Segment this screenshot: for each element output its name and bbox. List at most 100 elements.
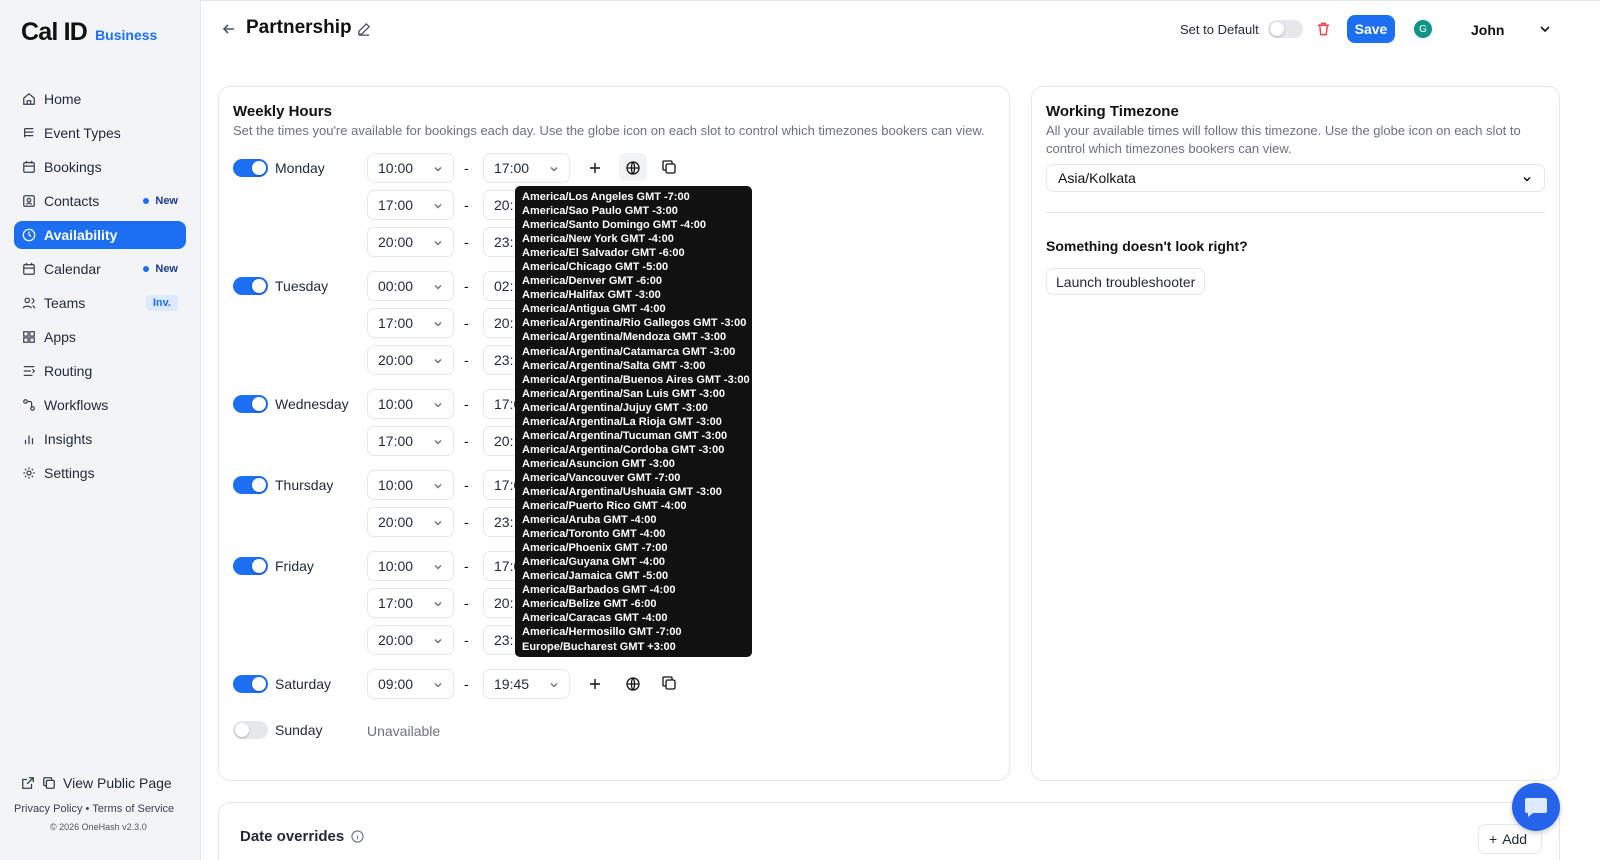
timezone-option[interactable]: America/Vancouver GMT -7:00 (522, 471, 752, 485)
sidebar-item-availability[interactable]: Availability (14, 221, 186, 249)
sidebar-nav: Home Event Types Bookings Contacts New Availa… (14, 85, 186, 493)
timezone-option[interactable]: America/Chicago GMT -5:00 (522, 260, 752, 274)
timezone-option[interactable]: America/Argentina/Cordoba GMT -3:00 (522, 443, 752, 457)
sidebar-item-settings[interactable]: Settings (14, 459, 186, 487)
plus-icon[interactable] (587, 160, 603, 176)
wednesday-toggle[interactable] (233, 395, 268, 413)
timezone-option[interactable]: America/Caracas GMT -4:00 (522, 611, 752, 625)
monday-slot-3-start[interactable]: 20:00 (367, 227, 454, 257)
timezone-option[interactable]: America/Barbados GMT -4:00 (522, 583, 752, 597)
sidebar-item-home[interactable]: Home (14, 85, 186, 113)
timezone-option[interactable]: America/Asuncion GMT -3:00 (522, 457, 752, 471)
sidebar-item-teams[interactable]: Teams Inv. (14, 289, 186, 317)
copy-icon[interactable] (42, 776, 56, 790)
set-default-toggle[interactable] (1268, 20, 1303, 38)
monday-slot-1-end[interactable]: 17:00 (483, 153, 570, 183)
edit-pencil-icon[interactable] (356, 22, 371, 37)
plus-icon: + (1489, 831, 1498, 847)
monday-slot-2-start[interactable]: 17:00 (367, 190, 454, 220)
tuesday-toggle[interactable] (233, 277, 268, 295)
timezone-option[interactable]: America/Argentina/Tucuman GMT -3:00 (522, 429, 752, 443)
timezone-option[interactable]: America/New York GMT -4:00 (522, 232, 752, 246)
timezone-option[interactable]: America/Sao Paulo GMT -3:00 (522, 204, 752, 218)
avatar[interactable]: G (1414, 20, 1432, 38)
chevron-down-icon (434, 359, 442, 364)
sidebar-item-routing[interactable]: Routing (14, 357, 186, 385)
wednesday-slot-1-start[interactable]: 10:00 (367, 389, 454, 419)
globe-icon[interactable] (625, 676, 641, 692)
privacy-policy-link[interactable]: Privacy Policy (14, 803, 82, 815)
timezone-option[interactable]: America/Argentina/Buenos Aires GMT -3:00 (522, 373, 752, 387)
globe-icon[interactable] (625, 160, 641, 176)
monday-toggle[interactable] (233, 159, 268, 177)
save-button[interactable]: Save (1347, 15, 1395, 43)
sidebar-item-bookings[interactable]: Bookings (14, 153, 186, 181)
user-name[interactable]: John (1471, 22, 1504, 38)
timezone-dropdown[interactable]: America/Los Angeles GMT -7:00 America/Sao… (515, 186, 752, 657)
tuesday-slot-3-start[interactable]: 20:00 (367, 345, 454, 375)
timezone-option[interactable]: America/Argentina/Mendoza GMT -3:00 (522, 330, 752, 344)
timezone-option[interactable]: America/El Salvador GMT -6:00 (522, 246, 752, 260)
contacts-icon (23, 195, 35, 207)
friday-slot-3-start[interactable]: 20:00 (367, 625, 454, 655)
timezone-option[interactable]: America/Argentina/Salta GMT -3:00 (522, 359, 752, 373)
thursday-slot-2-start[interactable]: 20:00 (367, 507, 454, 537)
brand-logo[interactable]: Cal ID Business (21, 18, 157, 47)
start-time-value: 10:00 (378, 477, 414, 493)
copy-icon[interactable] (661, 159, 677, 175)
chat-widget-button[interactable] (1512, 783, 1560, 831)
sidebar-item-contacts[interactable]: Contacts New (14, 187, 186, 215)
timezone-option[interactable]: America/Hermosillo GMT -7:00 (522, 625, 752, 639)
trash-icon[interactable] (1316, 21, 1331, 37)
timezone-option[interactable]: America/Argentina/La Rioja GMT -3:00 (522, 415, 752, 429)
info-icon[interactable] (351, 830, 364, 843)
timezone-option[interactable]: America/Santo Domingo GMT -4:00 (522, 218, 752, 232)
timezone-option[interactable]: America/Aruba GMT -4:00 (522, 513, 752, 527)
timezone-option[interactable]: America/Toronto GMT -4:00 (522, 527, 752, 541)
terms-of-service-link[interactable]: Terms of Service (92, 803, 174, 815)
sidebar-item-apps[interactable]: Apps (14, 323, 186, 351)
start-time-value: 17:00 (378, 197, 414, 213)
thursday-slot-1-start[interactable]: 10:00 (367, 470, 454, 500)
monday-slot-1-start[interactable]: 10:00 (367, 153, 454, 183)
view-public-page-link[interactable]: View Public Page (21, 775, 172, 791)
friday-toggle[interactable] (233, 557, 268, 575)
friday-slot-2-start[interactable]: 17:00 (367, 588, 454, 618)
timezone-option[interactable]: America/Guyana GMT -4:00 (522, 555, 752, 569)
copy-icon[interactable] (661, 675, 677, 691)
wednesday-slot-2-start[interactable]: 17:00 (367, 426, 454, 456)
timezone-option[interactable]: America/Antigua GMT -4:00 (522, 302, 752, 316)
sidebar-item-insights[interactable]: Insights (14, 425, 186, 453)
tuesday-slot-2-start[interactable]: 17:00 (367, 308, 454, 338)
timezone-option[interactable]: America/Argentina/San Luis GMT -3:00 (522, 387, 752, 401)
plus-icon[interactable] (587, 676, 603, 692)
nav-badge: New (143, 195, 178, 207)
timezone-option[interactable]: America/Denver GMT -6:00 (522, 274, 752, 288)
timezone-option[interactable]: America/Puerto Rico GMT -4:00 (522, 499, 752, 513)
timezone-select[interactable]: Asia/Kolkata (1046, 164, 1545, 192)
timezone-option[interactable]: America/Argentina/Ushuaia GMT -3:00 (522, 485, 752, 499)
back-arrow-icon[interactable] (221, 21, 237, 37)
saturday-slot-1-start[interactable]: 09:00 (367, 669, 454, 699)
tuesday-slot-1-start[interactable]: 00:00 (367, 271, 454, 301)
sidebar-item-calendar[interactable]: Calendar New (14, 255, 186, 283)
saturday-slot-1-end[interactable]: 19:45 (483, 669, 570, 699)
timezone-option[interactable]: America/Jamaica GMT -5:00 (522, 569, 752, 583)
saturday-toggle[interactable] (233, 675, 268, 693)
sunday-toggle[interactable] (233, 721, 268, 739)
sidebar-item-event-types[interactable]: Event Types (14, 119, 186, 147)
friday-slot-1-start[interactable]: 10:00 (367, 551, 454, 581)
launch-troubleshooter-button[interactable]: Launch troubleshooter (1046, 268, 1206, 295)
timezone-option[interactable]: America/Los Angeles GMT -7:00 (522, 190, 752, 204)
timezone-option[interactable]: America/Belize GMT -6:00 (522, 597, 752, 611)
thursday-toggle[interactable] (233, 476, 268, 494)
timezone-option[interactable]: America/Argentina/Catamarca GMT -3:00 (522, 345, 752, 359)
timezone-option[interactable]: Europe/Bucharest GMT +3:00 (522, 640, 752, 654)
sidebar-item-workflows[interactable]: Workflows (14, 391, 186, 419)
timezone-option[interactable]: America/Halifax GMT -3:00 (522, 288, 752, 302)
chevron-down-icon[interactable] (1539, 23, 1551, 35)
timezone-option[interactable]: America/Argentina/Jujuy GMT -3:00 (522, 401, 752, 415)
sidebar-item-label: Insights (44, 431, 93, 447)
timezone-option[interactable]: America/Phoenix GMT -7:00 (522, 541, 752, 555)
timezone-option[interactable]: America/Argentina/Rio Gallegos GMT -3:00 (522, 316, 752, 330)
